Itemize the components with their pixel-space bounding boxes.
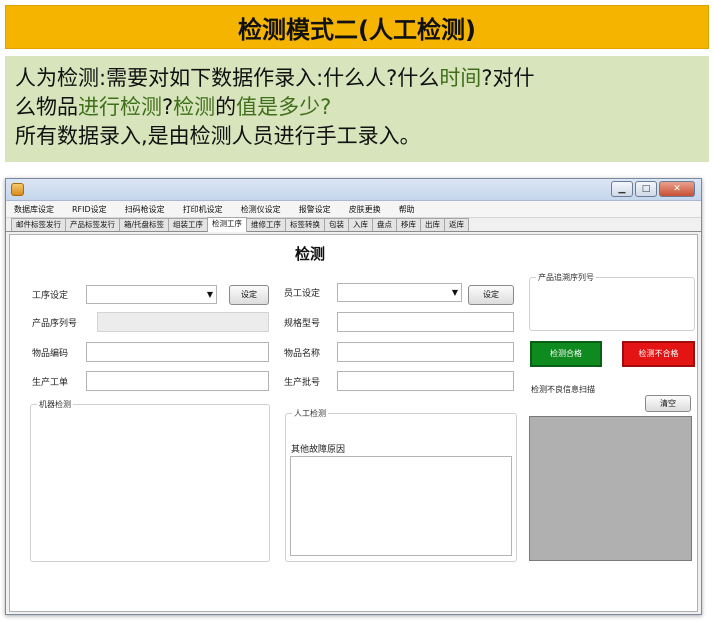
work-order-input[interactable] bbox=[86, 371, 269, 391]
process-label: 工序设定 bbox=[32, 291, 69, 301]
serial-label: 产品序列号 bbox=[32, 319, 78, 329]
other-fault-textarea[interactable] bbox=[290, 456, 512, 556]
item-code-label: 物品编码 bbox=[32, 349, 69, 359]
process-set-button[interactable]: 设定 bbox=[229, 285, 269, 305]
slide-description: 人为检测:需要对如下数据作录入:什么人?什么时间?对什 么物品进行检测?检测的值… bbox=[5, 56, 709, 162]
employee-label: 员工设定 bbox=[284, 289, 321, 299]
defect-scan-panel[interactable] bbox=[529, 416, 692, 561]
menu-bar: 数据库设定 RFID设定 扫码枪设定 打印机设定 检测仪设定 报警设定 皮肤更换… bbox=[6, 201, 701, 218]
tab-bar: 邮件标签发行 产品标签发行 箱/托盘标签 组装工序 检测工序 维修工序 标签转换… bbox=[6, 217, 701, 232]
fail-button[interactable]: 检测不合格 bbox=[622, 341, 695, 367]
tab-label-convert[interactable]: 标签转换 bbox=[285, 218, 326, 231]
tab-repair[interactable]: 维修工序 bbox=[246, 218, 287, 231]
close-button[interactable]: ✕ bbox=[659, 181, 695, 197]
app-icon bbox=[11, 183, 24, 196]
serial-trace-group: 产品追溯序列号 bbox=[529, 272, 695, 331]
menu-printer[interactable]: 打印机设定 bbox=[183, 204, 223, 215]
pass-button[interactable]: 检测合格 bbox=[530, 341, 602, 367]
menu-database[interactable]: 数据库设定 bbox=[14, 204, 54, 215]
chevron-down-icon: ▼ bbox=[206, 290, 213, 299]
menu-tester[interactable]: 检测仪设定 bbox=[241, 204, 281, 215]
machine-inspection-title: 机器检测 bbox=[37, 399, 73, 410]
item-name-input[interactable] bbox=[337, 342, 514, 362]
clear-button[interactable]: 清空 bbox=[645, 395, 691, 412]
spec-input[interactable] bbox=[337, 312, 514, 332]
tab-stocktake[interactable]: 盘点 bbox=[372, 218, 398, 231]
slide-title: 检测模式二(人工检测) bbox=[5, 5, 709, 49]
item-name-label: 物品名称 bbox=[284, 349, 321, 359]
desc-line-2: 么物品进行检测?检测的值是多少? bbox=[15, 95, 332, 119]
batch-label: 生产批号 bbox=[284, 378, 321, 388]
chevron-down-icon: ▼ bbox=[451, 288, 458, 297]
machine-inspection-group: 机器检测 bbox=[30, 399, 270, 562]
menu-help[interactable]: 帮助 bbox=[399, 204, 415, 215]
form-title: 检测 bbox=[294, 245, 325, 263]
window-controls: ▁ □ ✕ bbox=[611, 181, 695, 197]
app-window: ▁ □ ✕ 数据库设定 RFID设定 扫码枪设定 打印机设定 检测仪设定 报警设… bbox=[5, 178, 702, 615]
defect-scan-label: 检测不良信息扫描 bbox=[531, 385, 595, 394]
employee-select[interactable]: ▼ bbox=[337, 283, 462, 302]
desc-line-1: 人为检测:需要对如下数据作录入:什么人?什么时间?对什 bbox=[15, 66, 535, 90]
serial-trace-title: 产品追溯序列号 bbox=[536, 272, 596, 283]
work-order-label: 生产工单 bbox=[32, 378, 69, 388]
tab-inspection[interactable]: 检测工序 bbox=[207, 217, 248, 232]
menu-alarm[interactable]: 报警设定 bbox=[299, 204, 331, 215]
other-fault-label: 其他故障原因 bbox=[291, 445, 346, 455]
menu-skin[interactable]: 皮肤更换 bbox=[349, 204, 381, 215]
process-select[interactable]: ▼ bbox=[86, 285, 217, 304]
tab-mail-label[interactable]: 邮件标签发行 bbox=[11, 218, 66, 231]
batch-input[interactable] bbox=[337, 371, 514, 391]
manual-inspection-title: 人工检测 bbox=[292, 408, 328, 419]
tab-return[interactable]: 返库 bbox=[444, 218, 470, 231]
item-code-input[interactable] bbox=[86, 342, 269, 362]
tab-stock-in[interactable]: 入库 bbox=[348, 218, 374, 231]
desc-line-3: 所有数据录入,是由检测人员进行手工录入。 bbox=[15, 124, 421, 148]
employee-set-button[interactable]: 设定 bbox=[468, 285, 514, 305]
title-bar: ▁ □ ✕ bbox=[6, 179, 701, 201]
tab-transfer[interactable]: 移库 bbox=[396, 218, 422, 231]
tab-product-label[interactable]: 产品标签发行 bbox=[65, 218, 120, 231]
maximize-button[interactable]: □ bbox=[635, 181, 657, 197]
menu-scanner[interactable]: 扫码枪设定 bbox=[125, 204, 165, 215]
spec-label: 规格型号 bbox=[284, 319, 321, 329]
serial-input[interactable] bbox=[97, 312, 269, 332]
inspection-panel: 检测 工序设定 ▼ 设定 员工设定 ▼ 设定 产品序列号 规格型号 物品编码 物… bbox=[9, 234, 698, 612]
tab-stock-out[interactable]: 出库 bbox=[420, 218, 446, 231]
tab-assembly[interactable]: 组装工序 bbox=[168, 218, 209, 231]
tab-packing[interactable]: 包装 bbox=[324, 218, 350, 231]
minimize-button[interactable]: ▁ bbox=[611, 181, 633, 197]
menu-rfid[interactable]: RFID设定 bbox=[72, 204, 107, 215]
tab-box-pallet-label[interactable]: 箱/托盘标签 bbox=[119, 218, 170, 231]
manual-inspection-group: 人工检测 其他故障原因 bbox=[285, 408, 517, 562]
